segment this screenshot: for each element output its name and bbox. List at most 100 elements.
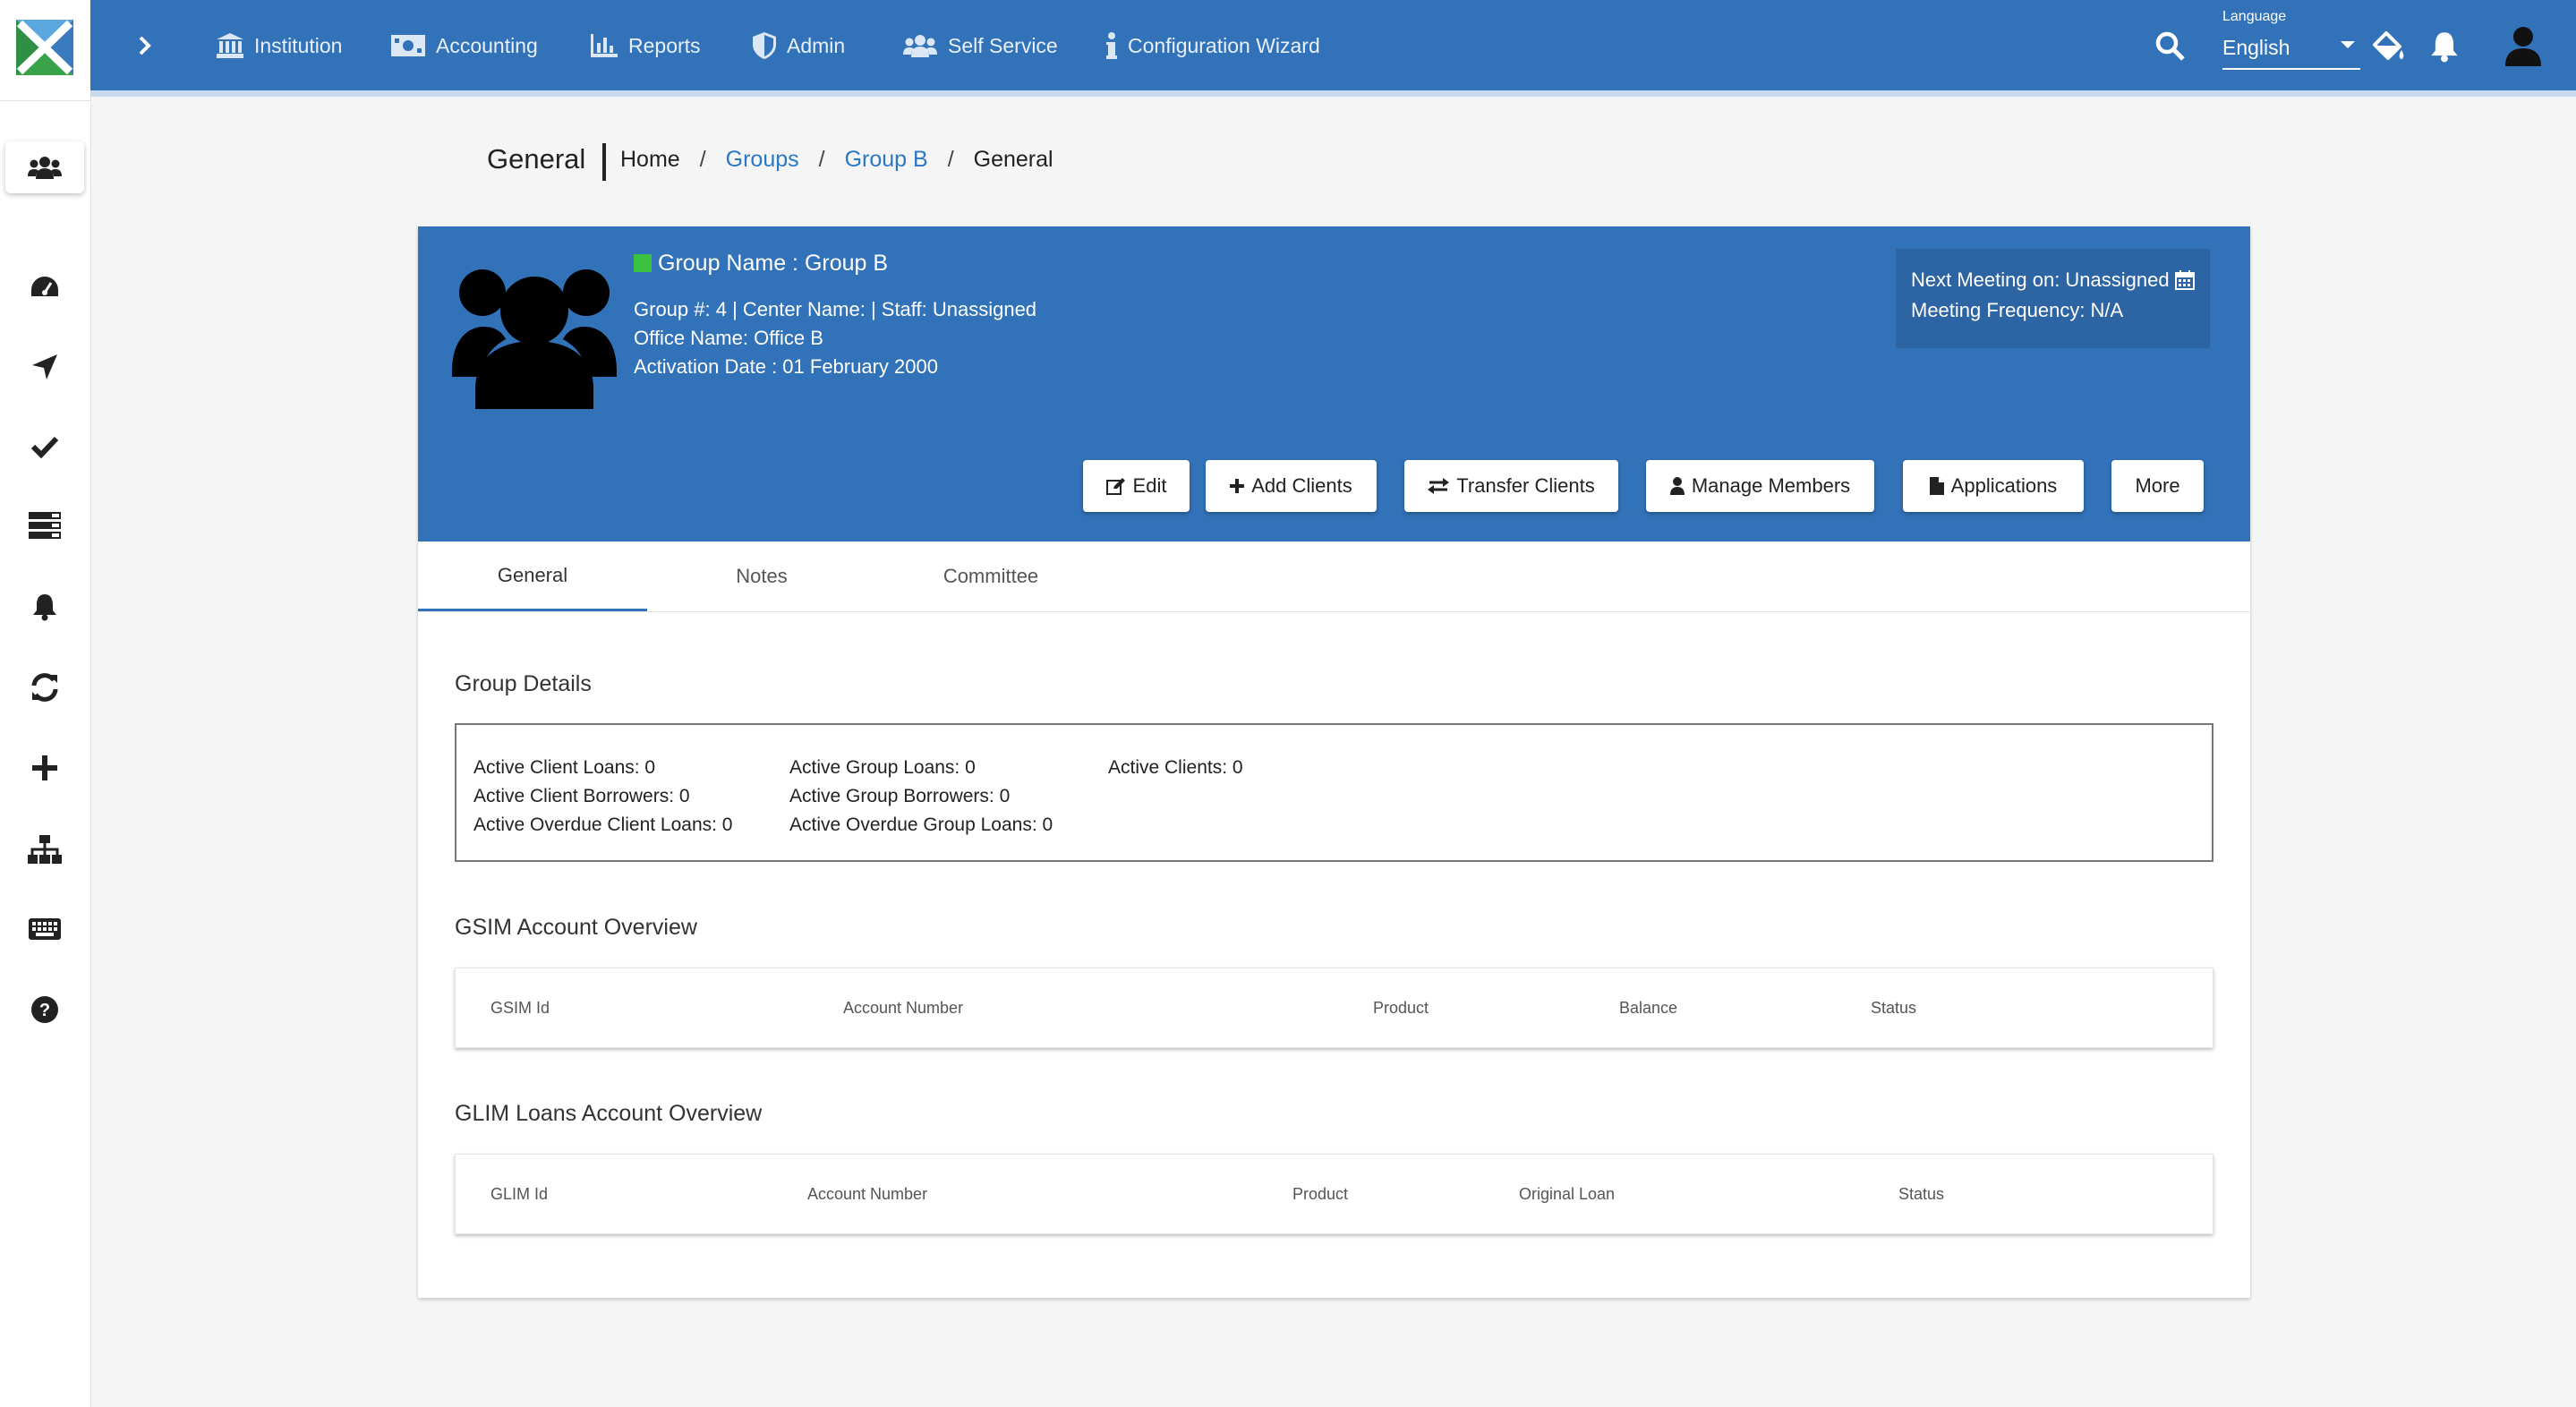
bell-icon[interactable] bbox=[27, 589, 63, 625]
gsim-col-id[interactable]: GSIM Id bbox=[490, 999, 550, 1018]
gsim-table: GSIM Id Account Number Product Balance S… bbox=[455, 968, 2213, 1048]
nav-self-service-label: Self Service bbox=[948, 33, 1058, 57]
next-meeting-text: Next Meeting on: Unassigned bbox=[1911, 269, 2170, 291]
shield-icon bbox=[753, 32, 776, 59]
search-icon[interactable] bbox=[2154, 30, 2187, 63]
nav-self-service[interactable]: Self Service bbox=[903, 27, 1058, 64]
help-icon[interactable]: ? bbox=[27, 992, 63, 1028]
plus-icon bbox=[1230, 479, 1245, 493]
nav-reports-label: Reports bbox=[628, 33, 701, 57]
group-details-box: Active Client Loans: 0 Active Client Bor… bbox=[455, 723, 2213, 862]
info-icon bbox=[1106, 32, 1117, 59]
title-divider bbox=[602, 143, 606, 181]
paint-bucket-icon[interactable] bbox=[2371, 30, 2407, 64]
edit-button[interactable]: Edit bbox=[1083, 460, 1190, 512]
calendar-icon[interactable] bbox=[2174, 270, 2195, 290]
details-column-clients: Active Clients: 0 bbox=[1108, 754, 1243, 782]
page-title: General bbox=[487, 143, 586, 175]
group-header: Group Name : Group B Group #: 4 | Center… bbox=[418, 226, 2250, 541]
next-meeting: Next Meeting on: Unassigned bbox=[1911, 269, 2195, 292]
glim-col-id[interactable]: GLIM Id bbox=[490, 1185, 548, 1204]
sitemap-icon[interactable] bbox=[27, 831, 63, 867]
glim-col-original-loan[interactable]: Original Loan bbox=[1519, 1185, 1615, 1204]
detail-active-group-borrowers: Active Group Borrowers: 0 bbox=[789, 786, 1011, 806]
meeting-frequency: Meeting Frequency: N/A bbox=[1911, 299, 2124, 321]
tab-general[interactable]: General bbox=[418, 541, 647, 611]
breadcrumb: Home / Groups / Group B / General bbox=[620, 147, 1053, 173]
dashboard-icon[interactable] bbox=[27, 269, 63, 305]
details-column-group: Active Group Loans: 0 Active Group Borro… bbox=[789, 754, 1053, 840]
applications-button-label: Applications bbox=[1950, 474, 2058, 497]
gsim-col-account-number[interactable]: Account Number bbox=[843, 999, 963, 1018]
breadcrumb-separator: / bbox=[947, 147, 954, 172]
applications-button[interactable]: Applications bbox=[1903, 460, 2084, 512]
gsim-col-status[interactable]: Status bbox=[1871, 999, 1916, 1018]
sidebar-item-groups[interactable] bbox=[5, 141, 84, 193]
detail-active-overdue-client-loans: Active Overdue Client Loans: 0 bbox=[473, 814, 733, 835]
sidebar-divider bbox=[0, 100, 90, 101]
group-office-name: Office Name: Office B bbox=[634, 327, 823, 349]
detail-active-clients: Active Clients: 0 bbox=[1108, 757, 1243, 778]
tab-notes[interactable]: Notes bbox=[647, 541, 876, 611]
nav-admin-label: Admin bbox=[787, 33, 846, 57]
tab-committee[interactable]: Committee bbox=[876, 541, 1105, 611]
language-value: English bbox=[2222, 36, 2290, 59]
navigate-icon[interactable] bbox=[27, 349, 63, 385]
nav-configuration-wizard-label: Configuration Wizard bbox=[1128, 33, 1320, 57]
edit-icon bbox=[1105, 478, 1125, 495]
check-icon[interactable] bbox=[27, 429, 63, 465]
detail-active-client-borrowers: Active Client Borrowers: 0 bbox=[473, 786, 690, 806]
bar-chart-icon bbox=[591, 34, 618, 57]
details-column-client: Active Client Loans: 0 Active Client Bor… bbox=[473, 754, 733, 840]
detail-active-client-loans: Active Client Loans: 0 bbox=[473, 757, 656, 778]
breadcrumb-group-b-link[interactable]: Group B bbox=[845, 147, 928, 173]
list-icon[interactable] bbox=[27, 507, 63, 543]
user-icon bbox=[1669, 477, 1685, 495]
add-clients-button-label: Add Clients bbox=[1251, 474, 1352, 497]
manage-members-button[interactable]: Manage Members bbox=[1646, 460, 1874, 512]
sync-icon[interactable] bbox=[27, 669, 63, 705]
glim-col-status[interactable]: Status bbox=[1898, 1185, 1944, 1204]
group-avatar-icon bbox=[452, 262, 617, 416]
nav-institution-label: Institution bbox=[254, 33, 343, 57]
breadcrumb-groups-link[interactable]: Groups bbox=[726, 147, 799, 173]
institution-icon bbox=[217, 33, 243, 58]
nav-institution[interactable]: Institution bbox=[217, 27, 342, 64]
notifications-bell-icon[interactable] bbox=[2430, 30, 2459, 63]
glim-title: GLIM Loans Account Overview bbox=[455, 1101, 763, 1126]
app-logo[interactable] bbox=[16, 20, 73, 75]
group-card: Group Name : Group B Group #: 4 | Center… bbox=[418, 226, 2250, 1298]
users-icon bbox=[28, 157, 62, 179]
group-name: Group Name : Group B bbox=[658, 251, 889, 276]
nav-reports[interactable]: Reports bbox=[591, 27, 701, 64]
group-info-line: Group #: 4 | Center Name: | Staff: Unass… bbox=[634, 298, 1037, 320]
manage-members-button-label: Manage Members bbox=[1691, 474, 1851, 497]
plus-icon[interactable] bbox=[27, 750, 63, 786]
nav-accounting-label: Accounting bbox=[436, 33, 538, 57]
breadcrumb-current: General bbox=[973, 147, 1053, 172]
glim-table: GLIM Id Account Number Product Original … bbox=[455, 1154, 2213, 1234]
exchange-icon bbox=[1428, 478, 1450, 494]
user-avatar-icon[interactable] bbox=[2503, 25, 2543, 66]
nav-accounting[interactable]: Accounting bbox=[391, 27, 538, 64]
money-icon bbox=[391, 35, 425, 56]
more-button[interactable]: More bbox=[2111, 460, 2204, 512]
glim-col-product[interactable]: Product bbox=[1292, 1185, 1348, 1204]
file-icon bbox=[1929, 477, 1944, 495]
keyboard-icon[interactable] bbox=[27, 911, 63, 947]
transfer-clients-button[interactable]: Transfer Clients bbox=[1404, 460, 1618, 512]
group-status-indicator bbox=[634, 254, 652, 272]
caret-down-icon bbox=[2341, 41, 2355, 48]
nav-configuration-wizard[interactable]: Configuration Wizard bbox=[1106, 27, 1320, 64]
gsim-col-balance[interactable]: Balance bbox=[1619, 999, 1677, 1018]
group-details-title: Group Details bbox=[455, 671, 592, 696]
tab-bar: General Notes Committee bbox=[418, 541, 2250, 612]
chevron-right-icon[interactable] bbox=[132, 32, 158, 59]
group-activation-date: Activation Date : 01 February 2000 bbox=[634, 355, 938, 378]
language-select[interactable]: English bbox=[2222, 32, 2360, 70]
svg-text:?: ? bbox=[39, 1001, 50, 1020]
nav-admin[interactable]: Admin bbox=[753, 27, 845, 64]
gsim-col-product[interactable]: Product bbox=[1373, 999, 1429, 1018]
glim-col-account-number[interactable]: Account Number bbox=[807, 1185, 927, 1204]
add-clients-button[interactable]: Add Clients bbox=[1206, 460, 1377, 512]
